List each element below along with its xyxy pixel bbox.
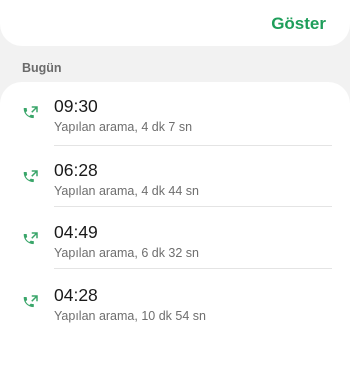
outgoing-call-icon xyxy=(23,170,38,183)
divider xyxy=(54,206,332,207)
divider xyxy=(54,268,332,269)
call-log-item[interactable]: 04:28 Yapılan arama, 10 dk 54 sn xyxy=(0,279,350,347)
section-header-today: Bugün xyxy=(22,61,62,75)
call-detail: Yapılan arama, 4 dk 7 sn xyxy=(54,120,193,134)
call-detail: Yapılan arama, 4 dk 44 sn xyxy=(54,184,199,198)
call-detail: Yapılan arama, 10 dk 54 sn xyxy=(54,309,206,323)
call-log-item[interactable]: 06:28 Yapılan arama, 4 dk 44 sn xyxy=(0,154,350,222)
show-button[interactable]: Göster xyxy=(271,14,326,34)
partially-hidden-text xyxy=(56,0,176,2)
outgoing-call-icon xyxy=(23,232,38,245)
outgoing-call-icon xyxy=(23,295,38,308)
top-card: Göster xyxy=(0,0,350,46)
call-log-item[interactable]: 09:30 Yapılan arama, 4 dk 7 sn xyxy=(0,90,350,158)
call-time: 06:28 xyxy=(54,160,98,180)
call-log-item[interactable]: 04:49 Yapılan arama, 6 dk 32 sn xyxy=(0,216,350,284)
call-time: 04:49 xyxy=(54,222,98,242)
outgoing-call-icon xyxy=(23,106,38,119)
call-log-list: 09:30 Yapılan arama, 4 dk 7 sn 06:28 Yap… xyxy=(0,82,350,372)
call-detail: Yapılan arama, 6 dk 32 sn xyxy=(54,246,199,260)
divider xyxy=(54,145,332,146)
call-time: 04:28 xyxy=(54,285,98,305)
call-time: 09:30 xyxy=(54,96,98,116)
